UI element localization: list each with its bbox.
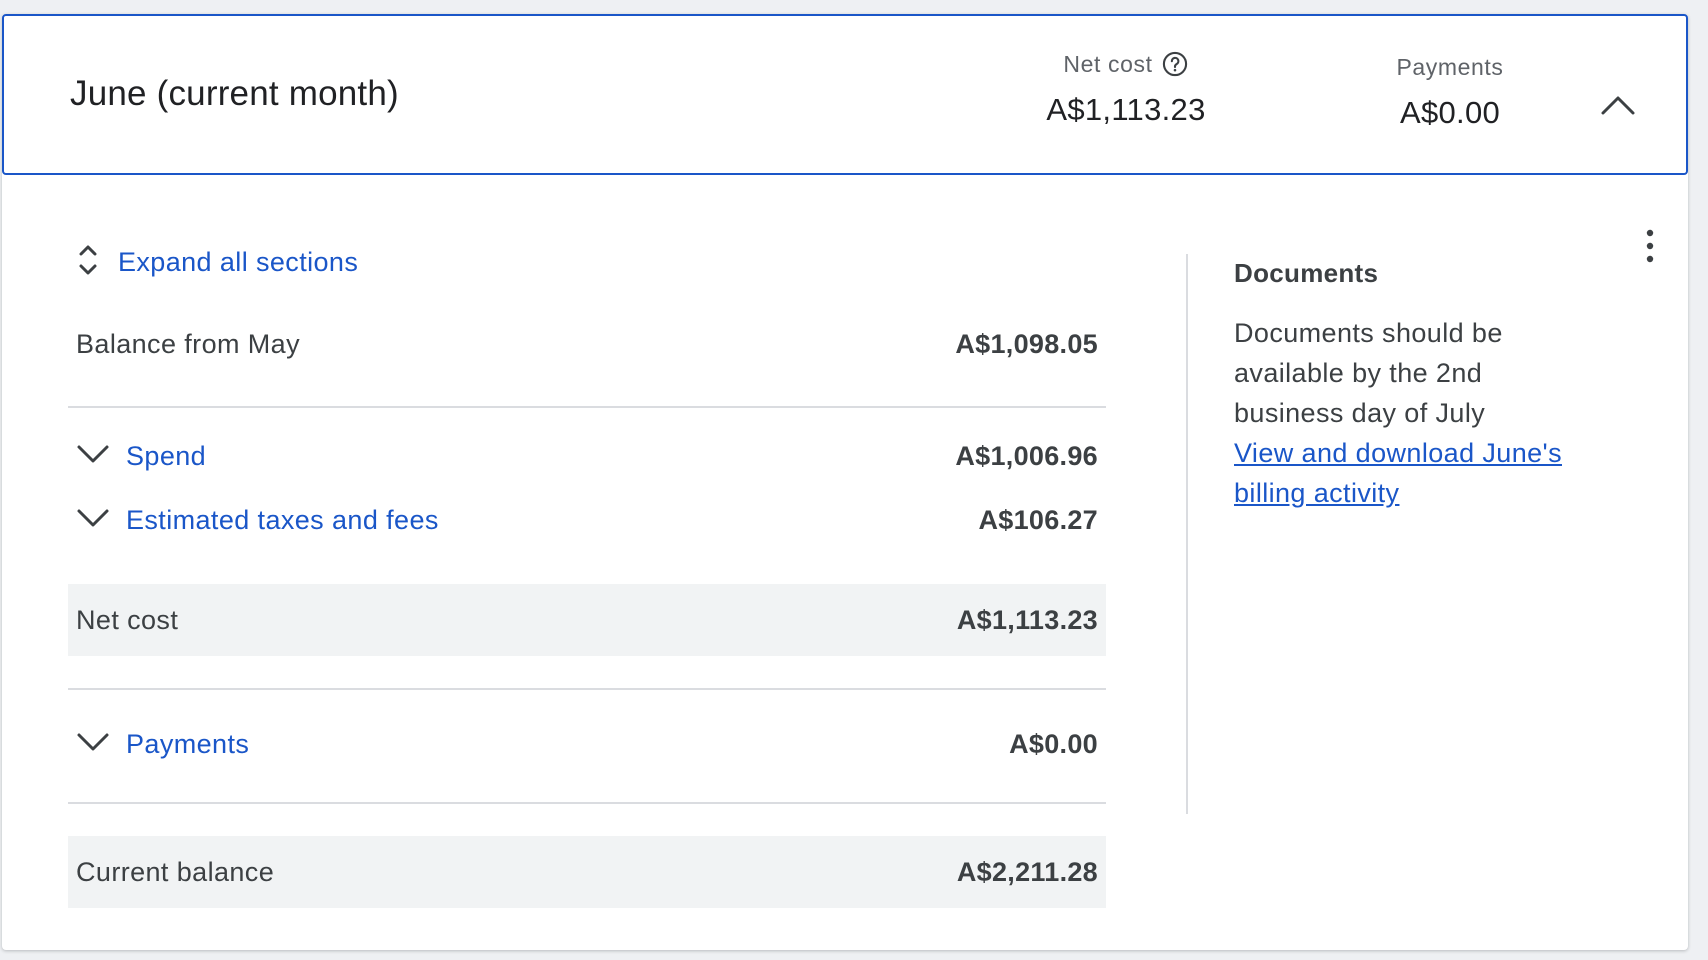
current-balance-value: A$2,211.28 [956, 856, 1098, 887]
payments-value: A$0.00 [1009, 728, 1098, 759]
balance-from-row: Balance from May A$1,098.05 [68, 324, 1106, 364]
month-title: June (current month) [70, 74, 399, 113]
balance-from-value: A$1,098.05 [955, 328, 1098, 359]
taxes-label: Estimated taxes and fees [126, 504, 439, 535]
taxes-value: A$106.27 [978, 504, 1098, 535]
net-cost-row: Net cost A$1,113.23 [68, 584, 1106, 656]
spend-toggle[interactable]: Spend [76, 441, 206, 472]
documents-title: Documents [1234, 258, 1379, 288]
documents-text: Documents should be available by the 2nd… [1234, 318, 1503, 428]
payments-row[interactable]: Payments A$0.00 [68, 722, 1106, 766]
expand-all-button[interactable]: Expand all sections [74, 242, 358, 283]
header-net-cost-label-wrap: Net cost [1063, 50, 1188, 78]
payments-toggle[interactable]: Payments [76, 729, 249, 760]
header-net-cost: Net cost A$1,113.23 [1016, 50, 1236, 128]
view-download-link-line1: View and download June's [1234, 438, 1562, 468]
taxes-toggle[interactable]: Estimated taxes and fees [76, 505, 439, 536]
chevron-down-icon [76, 506, 110, 535]
net-cost-value: A$1,113.23 [956, 604, 1098, 635]
spend-label: Spend [126, 440, 207, 471]
header-payments-value: A$0.00 [1399, 95, 1501, 130]
chevron-down-icon [76, 730, 110, 759]
chevron-up-icon[interactable] [1598, 90, 1638, 118]
taxes-row[interactable]: Estimated taxes and fees A$106.27 [68, 498, 1106, 542]
current-balance-label: Current balance [76, 856, 275, 887]
balance-from-label: Balance from May [76, 328, 300, 359]
help-icon[interactable] [1161, 50, 1189, 78]
header-net-cost-label: Net cost [1063, 50, 1153, 77]
divider [68, 802, 1106, 804]
header-payments-label: Payments [1396, 54, 1504, 80]
expand-all-label: Expand all sections [118, 247, 359, 277]
chevron-down-icon [76, 442, 110, 471]
billing-month-card: June (current month) Net cost A$1,113.23… [2, 14, 1688, 950]
net-cost-label: Net cost [76, 604, 179, 635]
unfold-more-icon [74, 242, 102, 283]
view-download-link[interactable]: View and download June's billing activit… [1234, 433, 1594, 513]
header-net-cost-value: A$1,113.23 [1046, 92, 1206, 127]
header-payments: Payments A$0.00 [1340, 50, 1560, 131]
vertical-divider [1186, 254, 1188, 814]
payments-label: Payments [126, 728, 250, 759]
divider [68, 406, 1106, 408]
spend-row[interactable]: Spend A$1,006.96 [68, 434, 1106, 478]
current-balance-row: Current balance A$2,211.28 [68, 836, 1106, 908]
divider [68, 688, 1106, 690]
spend-value: A$1,006.96 [955, 440, 1098, 471]
view-download-link-line2: billing activity [1234, 478, 1400, 508]
more-vert-icon[interactable] [1642, 228, 1658, 264]
documents-panel: Documents Documents should be available … [1234, 258, 1594, 513]
month-header[interactable]: June (current month) Net cost A$1,113.23… [2, 14, 1688, 175]
